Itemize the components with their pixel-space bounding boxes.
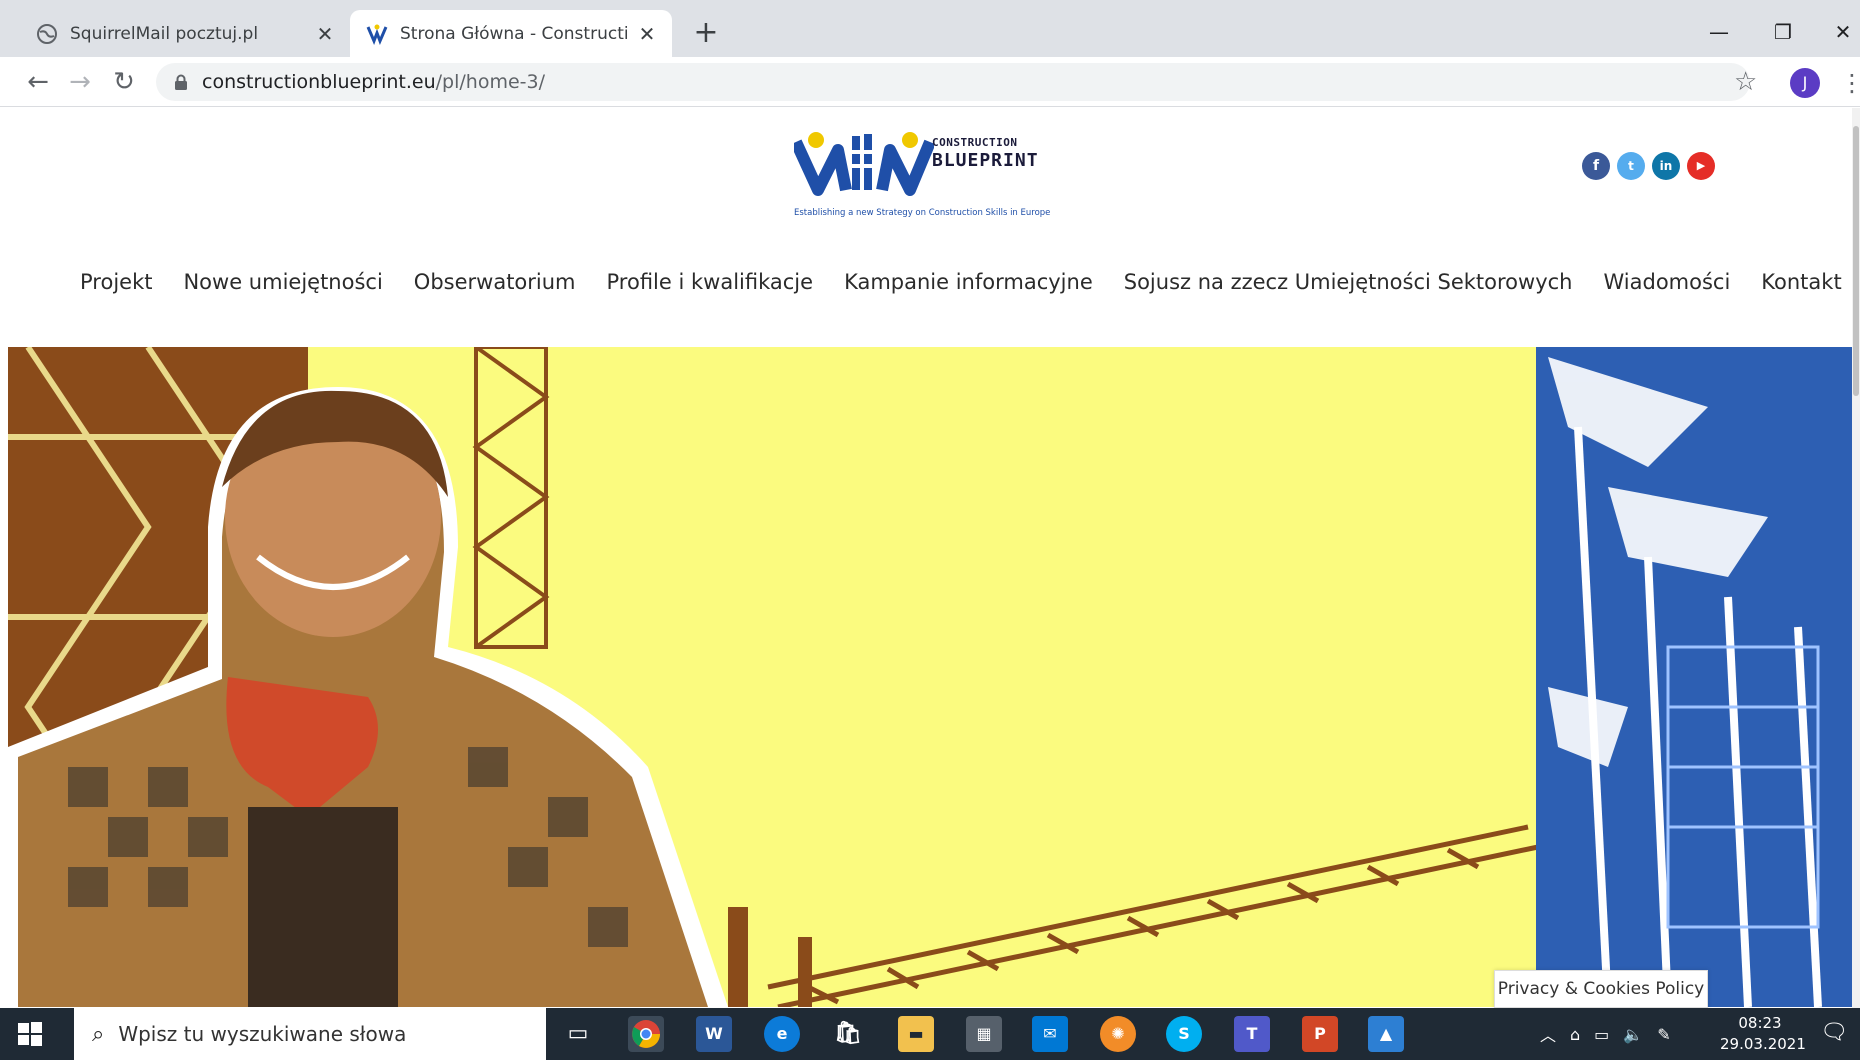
nav-kontakt[interactable]: Kontakt: [1761, 270, 1841, 294]
task-view-icon[interactable]: ▭: [560, 1016, 596, 1052]
volume-icon[interactable]: 🔈: [1623, 1025, 1643, 1044]
app-orange-icon[interactable]: ✺: [1100, 1016, 1136, 1052]
main-navigation: Projekt Nowe umiejętności Obserwatorium …: [80, 270, 1860, 294]
search-icon: ⌕: [92, 1021, 105, 1047]
tab-squirrelmail[interactable]: SquirrelMail pocztuj.pl ✕: [20, 10, 350, 57]
bookmark-star-icon[interactable]: ☆: [1734, 63, 1757, 101]
windows-start-icon[interactable]: [16, 1020, 44, 1048]
profile-avatar[interactable]: J: [1790, 68, 1820, 98]
facebook-icon[interactable]: f: [1582, 152, 1610, 180]
notification-center-icon[interactable]: 🗨: [1820, 1020, 1848, 1045]
tab-close-icon[interactable]: ✕: [636, 23, 658, 45]
new-tab-button[interactable]: +: [688, 16, 724, 52]
nav-wiadomosci[interactable]: Wiadomości: [1603, 270, 1730, 294]
construction-blueprint-icon: [366, 24, 388, 45]
youtube-icon[interactable]: ▶: [1687, 152, 1715, 180]
web-page: CONSTRUCTION BLUEPRINT Establishing a ne…: [0, 108, 1860, 1008]
chrome-logo: [632, 1020, 660, 1048]
tab-construction-blueprint[interactable]: Strona Główna - Construction Bl ✕: [350, 10, 672, 57]
nav-profile-i-kwalifikacje[interactable]: Profile i kwalifikacje: [607, 270, 814, 294]
twitter-icon[interactable]: t: [1617, 152, 1645, 180]
nav-sojusz[interactable]: Sojusz na zzecz Umiejętności Sektorowych: [1124, 270, 1573, 294]
battery-icon[interactable]: ▭: [1594, 1025, 1609, 1044]
hero-illustration: [8, 347, 1858, 1007]
address-bar[interactable]: constructionblueprint.eu/pl/home-3/: [156, 63, 1750, 101]
taskbar-search-box[interactable]: ⌕ Wpisz tu wyszukiwane słowa: [74, 1008, 546, 1060]
privacy-cookies-button[interactable]: Privacy & Cookies Policy: [1494, 970, 1708, 1008]
nav-nowe-umiejetnosci[interactable]: Nowe umiejętności: [183, 270, 382, 294]
calculator-icon[interactable]: ▦: [966, 1016, 1002, 1052]
logo-text-blueprint: BLUEPRINT: [932, 150, 1039, 171]
url-host: constructionblueprint.eu: [202, 71, 436, 93]
file-explorer-icon[interactable]: ▬: [898, 1016, 934, 1052]
browser-menu-icon[interactable]: ⋮: [1840, 65, 1860, 101]
url-path: /pl/home-3/: [435, 71, 545, 93]
clock-time: 08:23: [1738, 1014, 1782, 1032]
site-logo[interactable]: CONSTRUCTION BLUEPRINT Establishing a ne…: [790, 122, 1080, 218]
scrollbar-thumb[interactable]: [1853, 126, 1859, 396]
photos-icon[interactable]: ▲: [1368, 1016, 1404, 1052]
store-icon[interactable]: 🛍: [830, 1016, 866, 1052]
minimize-button[interactable]: —: [1696, 12, 1742, 52]
construction-blueprint-logo-mark: [794, 132, 934, 196]
chevron-up-icon[interactable]: ︿: [1540, 1022, 1556, 1046]
powerpoint-icon[interactable]: P: [1302, 1016, 1338, 1052]
nav-projekt[interactable]: Projekt: [80, 270, 152, 294]
taskbar-search-placeholder: Wpisz tu wyszukiwane słowa: [118, 1022, 407, 1046]
hero-banner: [8, 347, 1858, 1007]
system-tray: ︿ ⌂ ▭ 🔈 ✎: [1540, 1008, 1671, 1060]
tab-close-icon[interactable]: ✕: [314, 23, 336, 45]
word-icon[interactable]: W: [696, 1016, 732, 1052]
tab-title: SquirrelMail pocztuj.pl: [70, 23, 259, 44]
reload-icon[interactable]: ↻: [106, 64, 142, 100]
clock-date: 29.03.2021: [1720, 1035, 1806, 1053]
taskbar-clock[interactable]: 08:23 29.03.2021: [1720, 1013, 1806, 1055]
nav-obserwatorium[interactable]: Obserwatorium: [414, 270, 576, 294]
back-arrow-icon[interactable]: ←: [20, 64, 56, 100]
teams-icon[interactable]: T: [1234, 1016, 1270, 1052]
linkedin-icon[interactable]: in: [1652, 152, 1680, 180]
edge-icon[interactable]: e: [764, 1016, 800, 1052]
chrome-icon[interactable]: [628, 1016, 664, 1052]
tab-title: Strona Główna - Construction Bl: [400, 23, 628, 44]
window-close-button[interactable]: ✕: [1820, 12, 1860, 52]
globe-icon: [37, 23, 57, 44]
pen-icon[interactable]: ✎: [1657, 1025, 1670, 1044]
browser-tab-strip: SquirrelMail pocztuj.pl ✕ Strona Główna …: [0, 0, 1860, 57]
forward-arrow-icon[interactable]: →: [62, 64, 98, 100]
mail-icon[interactable]: ✉: [1032, 1016, 1068, 1052]
lock-icon: [175, 74, 187, 90]
page-scrollbar[interactable]: [1852, 108, 1860, 1008]
logo-text-construction: CONSTRUCTION: [932, 136, 1018, 149]
windows-taskbar: ⌕ Wpisz tu wyszukiwane słowa ▭ W e 🛍 ▬ ▦…: [0, 1008, 1860, 1060]
nav-kampanie-informacyjne[interactable]: Kampanie informacyjne: [844, 270, 1093, 294]
meet-now-icon[interactable]: ⌂: [1570, 1025, 1580, 1044]
social-links: f t in ▶: [1582, 152, 1715, 180]
skype-icon[interactable]: S: [1166, 1016, 1202, 1052]
restore-button[interactable]: ❐: [1760, 12, 1806, 52]
logo-tagline: Establishing a new Strategy on Construct…: [794, 208, 1051, 218]
browser-toolbar: ← → ↻ constructionblueprint.eu/pl/home-3…: [0, 57, 1860, 107]
